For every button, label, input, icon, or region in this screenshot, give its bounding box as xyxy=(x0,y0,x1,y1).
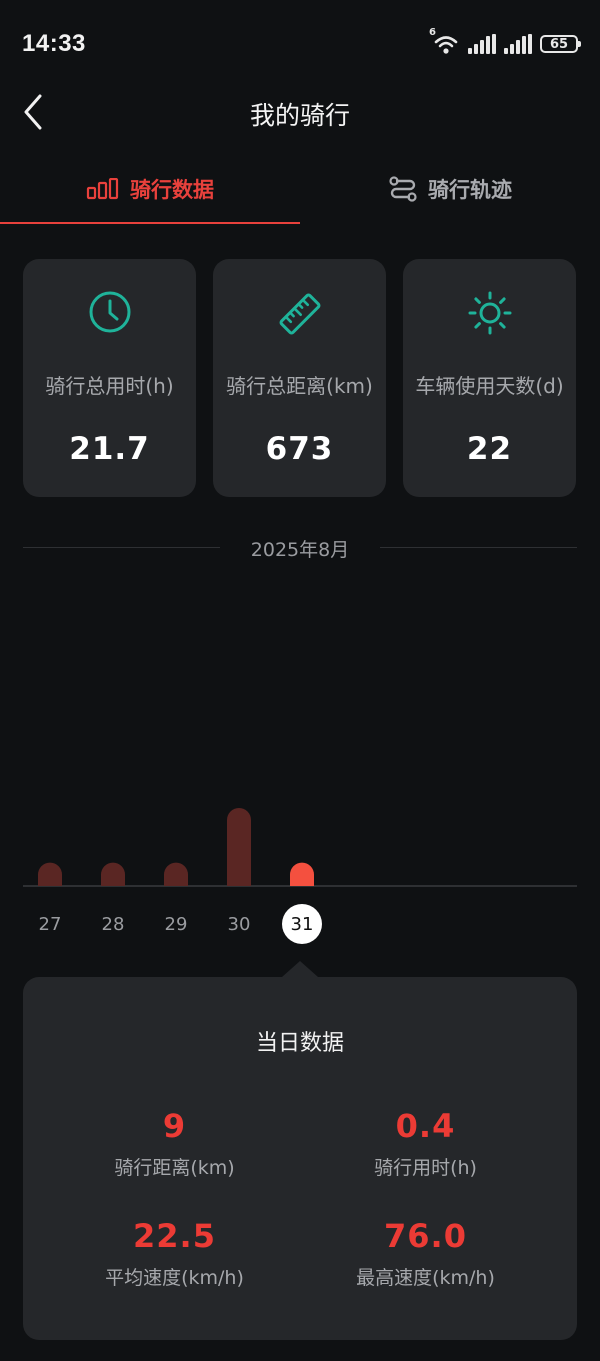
signal-icon-2 xyxy=(504,34,532,54)
wifi-icon: 6 xyxy=(429,27,460,55)
stat-label: 骑行总距离(km) xyxy=(226,374,373,398)
metric-value: 0.4 xyxy=(395,1107,456,1145)
sun-icon xyxy=(403,289,576,339)
stat-card-usage-days: 车辆使用天数(d) 22 xyxy=(403,259,576,497)
stat-value: 673 xyxy=(265,431,334,467)
tab-ride-track-label: 骑行轨迹 xyxy=(428,178,512,202)
battery-level: 65 xyxy=(549,36,569,52)
stat-value: 21.7 xyxy=(69,431,150,467)
tab-ride-data[interactable]: 骑行数据 xyxy=(0,164,300,214)
month-label: 2025年8月 xyxy=(250,539,350,561)
day-label-27[interactable]: 27 xyxy=(39,914,62,935)
tab-ride-data-label: 骑行数据 xyxy=(130,178,214,202)
chart-bar-29[interactable] xyxy=(164,862,188,886)
wifi-badge: 6 xyxy=(429,27,436,38)
bar-chart-icon xyxy=(86,178,119,200)
metric-max-speed: 76.0 最高速度(km/h) xyxy=(287,1217,564,1290)
ruler-icon xyxy=(213,289,386,339)
chart-bar-27[interactable] xyxy=(38,862,62,886)
stat-label: 骑行总用时(h) xyxy=(45,374,174,398)
status-time: 14:33 xyxy=(22,30,86,57)
route-icon xyxy=(389,176,417,202)
metric-avg-speed: 22.5 平均速度(km/h) xyxy=(36,1217,313,1290)
metric-value: 22.5 xyxy=(133,1217,216,1255)
clock-icon xyxy=(23,289,196,339)
signal-icon xyxy=(468,34,496,54)
stat-value: 22 xyxy=(466,431,513,467)
daily-title: 当日数据 xyxy=(255,1031,344,1056)
stat-card-total-time: 骑行总用时(h) 21.7 xyxy=(23,259,196,497)
metric-value: 9 xyxy=(162,1107,187,1145)
day-label-28[interactable]: 28 xyxy=(102,914,125,935)
tab-ride-track[interactable]: 骑行轨迹 xyxy=(300,164,600,214)
chart-bar-30[interactable] xyxy=(227,808,251,886)
daily-distance-chart: 27 28 29 30 31 xyxy=(23,560,577,950)
chart-svg: 27 28 29 30 31 xyxy=(23,808,577,944)
stat-card-total-distance: 骑行总距离(km) 673 xyxy=(213,259,386,497)
metric-label: 骑行距离(km) xyxy=(114,1157,235,1179)
metric-time: 0.4 骑行用时(h) xyxy=(287,1107,564,1180)
tab-active-indicator xyxy=(0,222,300,224)
day-label-31[interactable]: 31 xyxy=(291,914,314,935)
page-title: 我的骑行 xyxy=(249,101,350,130)
stat-label: 车辆使用天数(d) xyxy=(415,374,564,398)
metric-value: 76.0 xyxy=(384,1217,467,1255)
panel-pointer xyxy=(282,961,318,977)
battery-icon: 65 xyxy=(540,35,581,53)
day-label-29[interactable]: 29 xyxy=(165,914,188,935)
metric-label: 最高速度(km/h) xyxy=(356,1267,495,1289)
daily-data-panel: 当日数据 9 骑行距离(km) 0.4 骑行用时(h) 22.5 平均速度(km… xyxy=(23,977,577,1340)
day-label-30[interactable]: 30 xyxy=(228,914,251,935)
chart-bar-28[interactable] xyxy=(101,862,125,886)
chart-bar-31[interactable] xyxy=(290,862,314,886)
metric-label: 平均速度(km/h) xyxy=(105,1267,244,1289)
metric-distance: 9 骑行距离(km) xyxy=(36,1107,313,1180)
status-icons: 6 65 xyxy=(429,27,581,56)
metric-label: 骑行用时(h) xyxy=(374,1157,477,1179)
